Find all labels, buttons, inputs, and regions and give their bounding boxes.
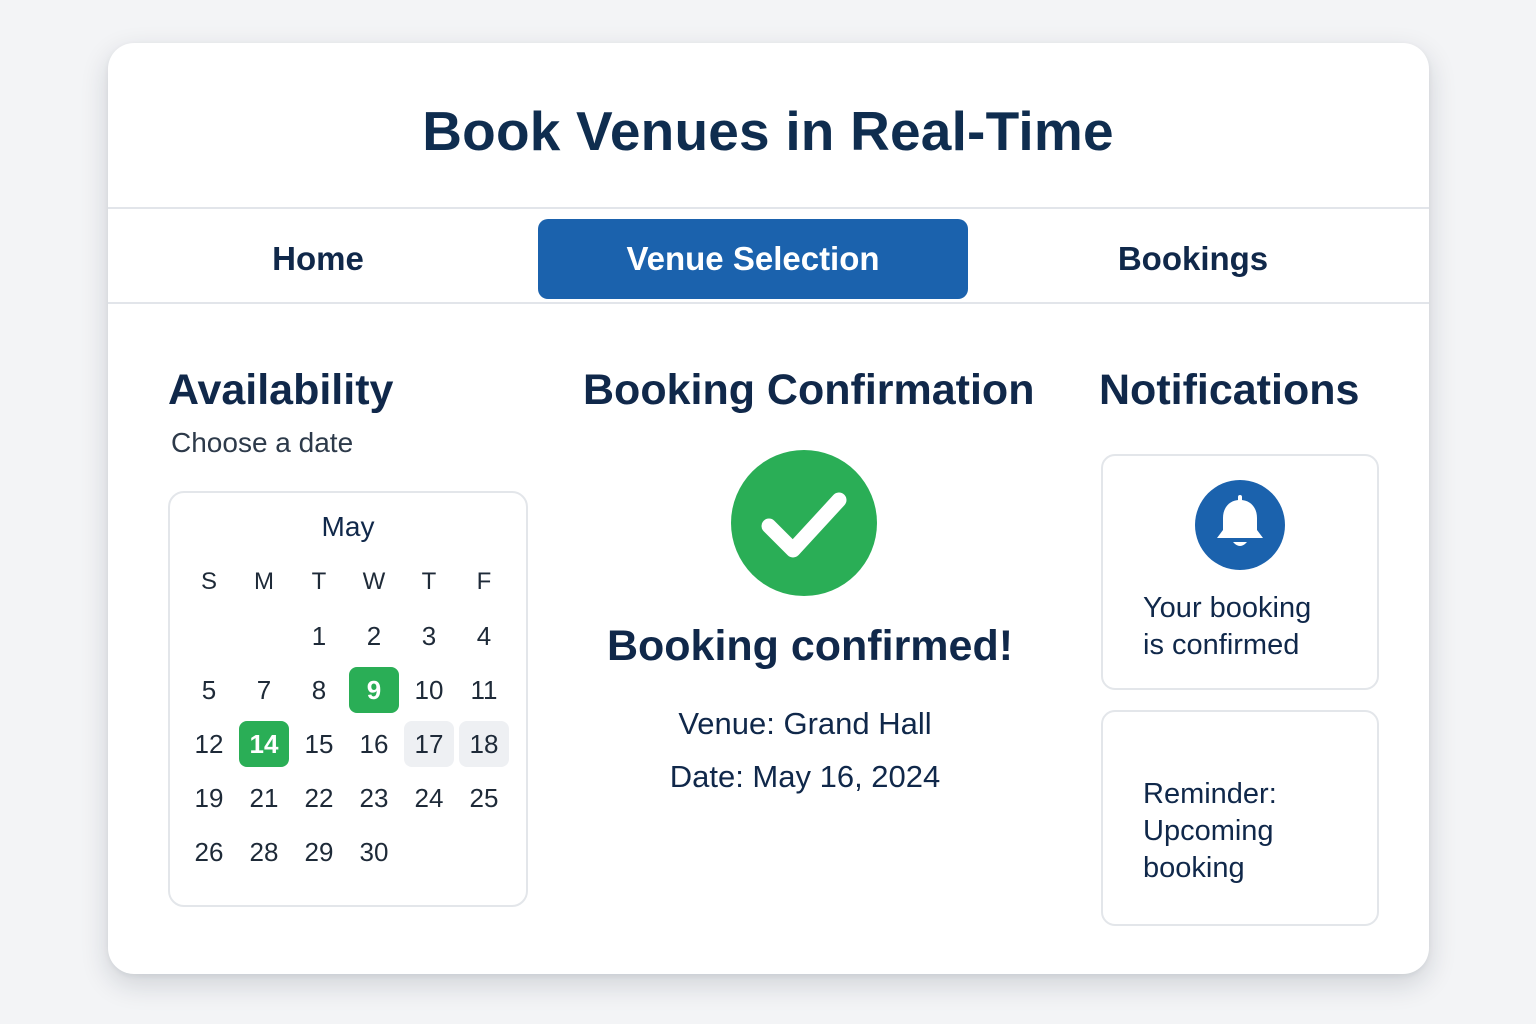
venue-detail: Venue: Grand Hall	[678, 706, 932, 741]
calendar-empty-cell	[184, 613, 234, 659]
calendar-day[interactable]: 29	[294, 829, 344, 875]
tab-venue-selection[interactable]: Venue Selection	[538, 219, 968, 299]
notifications-heading: Notifications	[1099, 366, 1360, 414]
calendar: May S M T W T F 1 2 3 4 5 7 8 9 10 11 12 14 15 16 17 18 19 21 22…	[168, 491, 528, 907]
tab-home[interactable]: Home	[208, 219, 428, 299]
calendar-weekday: S	[200, 568, 217, 595]
calendar-day[interactable]: 17	[404, 721, 454, 767]
calendar-day[interactable]: 10	[404, 667, 454, 713]
calendar-day[interactable]: 21	[239, 775, 289, 821]
confirmation-heading: Booking Confirmation	[583, 366, 1035, 414]
calendar-empty-cell	[459, 829, 509, 875]
calendar-day[interactable]: 5	[184, 667, 234, 713]
page-title: Book Venues in Real-Time	[422, 100, 1114, 162]
calendar-day[interactable]: 22	[294, 775, 344, 821]
calendar-day[interactable]: 7	[239, 667, 289, 713]
calendar-day[interactable]: 3	[404, 613, 454, 659]
calendar-day[interactable]: 25	[459, 775, 509, 821]
notification-text-line: Your booking	[1143, 592, 1312, 624]
notification-text-line: is confirmed	[1143, 629, 1300, 661]
availability-heading: Availability	[168, 366, 394, 414]
confirmation-message: Booking confirmed!	[606, 622, 1014, 670]
notification-text-line: Reminder:	[1143, 778, 1277, 810]
availability-subtitle: Choose a date	[171, 427, 354, 458]
calendar-weekday: T	[421, 568, 437, 595]
calendar-day[interactable]: 19	[184, 775, 234, 821]
calendar-day[interactable]: 18	[459, 721, 509, 767]
calendar-day[interactable]: 16	[349, 721, 399, 767]
calendar-day[interactable]: 8	[294, 667, 344, 713]
calendar-weekday: F	[476, 568, 492, 595]
calendar-day[interactable]: 11	[459, 667, 509, 713]
date-detail: Date: May 16, 2024	[669, 759, 941, 794]
calendar-day[interactable]: 28	[239, 829, 289, 875]
bell-icon	[1195, 480, 1285, 570]
calendar-weekday: W	[362, 568, 386, 595]
checkmark-circle-icon	[731, 450, 877, 596]
calendar-month: May	[321, 511, 375, 542]
calendar-empty-cell	[239, 613, 289, 659]
calendar-weekday: T	[311, 568, 327, 595]
calendar-day[interactable]: 30	[349, 829, 399, 875]
calendar-weekday: M	[254, 568, 274, 595]
notification-card-confirmed[interactable]: Your booking is confirmed	[1101, 454, 1379, 690]
calendar-day[interactable]: 2	[349, 613, 399, 659]
calendar-day[interactable]: 9	[349, 667, 399, 713]
nav-bar: Home Venue Selection Bookings	[108, 207, 1429, 304]
calendar-day[interactable]: 15	[294, 721, 344, 767]
calendar-day[interactable]: 1	[294, 613, 344, 659]
calendar-day[interactable]: 4	[459, 613, 509, 659]
calendar-day[interactable]: 26	[184, 829, 234, 875]
calendar-empty-cell	[404, 829, 454, 875]
calendar-day[interactable]: 23	[349, 775, 399, 821]
tab-bookings[interactable]: Bookings	[1078, 219, 1308, 299]
calendar-grid: S M T W T F 1 2 3 4 5 7 8 9 10 11 12 14 15 16 17 18 19 21 22 23 24…	[182, 555, 512, 879]
calendar-day[interactable]: 24	[404, 775, 454, 821]
notification-card-reminder[interactable]: Reminder: Upcoming booking	[1101, 710, 1379, 926]
notification-text-line: booking	[1143, 852, 1245, 884]
notification-text-line: Upcoming	[1143, 815, 1274, 847]
calendar-day[interactable]: 12	[184, 721, 234, 767]
calendar-day[interactable]: 14	[239, 721, 289, 767]
